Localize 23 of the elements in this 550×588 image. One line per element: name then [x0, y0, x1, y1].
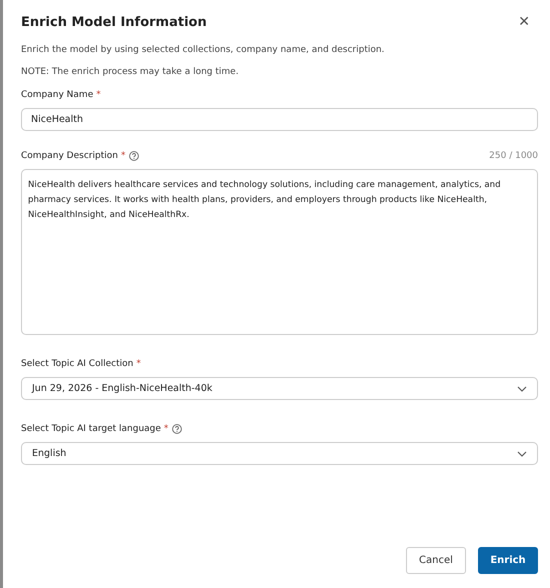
dropdown-field[interactable]: English [21, 442, 538, 465]
required-mark: * [96, 90, 101, 100]
intro-text: Enrich the model by using selected collections, company name, and description. [21, 44, 386, 56]
character-counter: 250 / 1000 [489, 151, 538, 161]
field-label: Select Topic AI Collection [21, 359, 134, 369]
company-name-field[interactable]: NiceHealth [21, 108, 538, 131]
required-mark: * [164, 424, 168, 434]
close-button[interactable]: ✕ [510, 14, 538, 30]
description-field[interactable]: NiceHealth delivers healthcare services and technology solutions, including care management, analytics, and pharmacy services. It works with health plans, providers, and employers through products like NiceHealth, NiceHealthInsight, and NiceHealthRx. [21, 169, 538, 335]
dialog-title: Enrich Model Information [21, 14, 207, 30]
cancel-button[interactable]: Cancel [406, 547, 466, 574]
required-mark: * [136, 359, 141, 369]
chevron-down-icon [517, 450, 527, 456]
intro-text: NOTE: The enrich process may take a long time. [21, 66, 240, 78]
enrich-button[interactable]: Enrich [478, 547, 538, 574]
chevron-down-icon [517, 386, 527, 392]
help-icon[interactable] [172, 424, 182, 434]
field-label: Select Topic AI target language [21, 424, 161, 434]
field-label: Company Name [21, 90, 94, 100]
field-label: Company Description [21, 151, 118, 161]
help-icon[interactable] [129, 151, 140, 161]
required-mark: * [120, 151, 126, 161]
dropdown-field[interactable]: Jun 29, 2026 - English-NiceHealth-40k [21, 377, 538, 400]
